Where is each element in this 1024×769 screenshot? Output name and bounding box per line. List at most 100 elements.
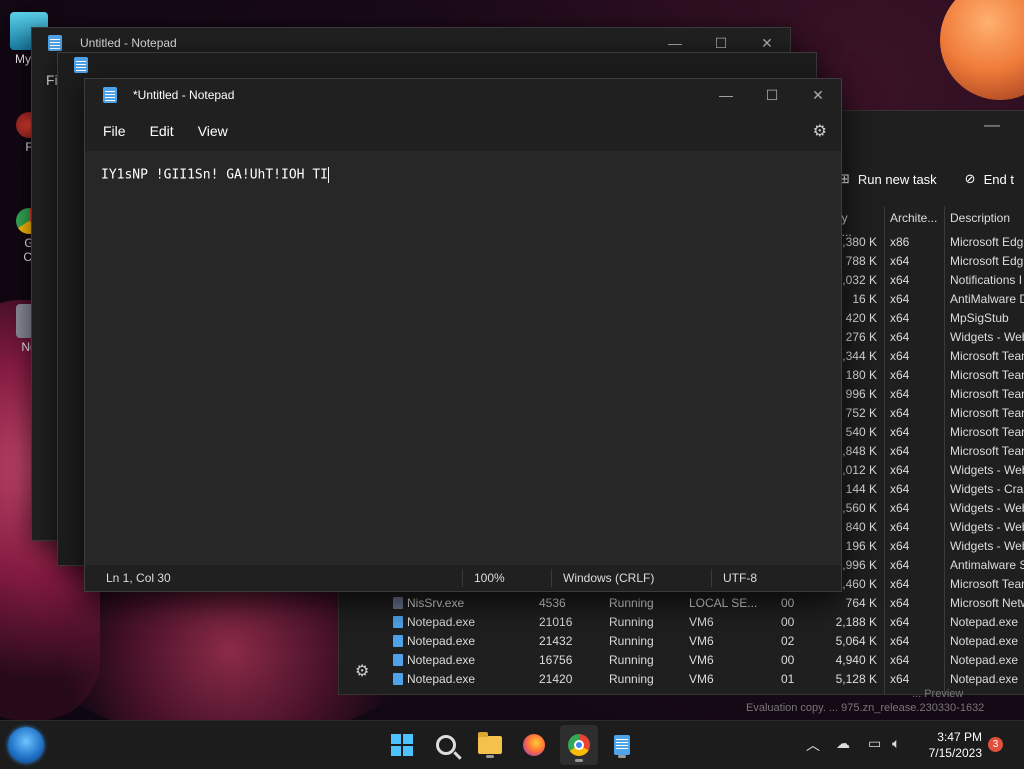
process-status: Running (609, 614, 654, 629)
title-bar[interactable]: *Untitled - Notepad — ☐ ✕ (85, 79, 841, 111)
run-new-task-button[interactable]: ⊞ Run new task (839, 171, 937, 187)
clock[interactable]: 3:47 PM 7/15/2023 (924, 729, 982, 761)
window-title: *Untitled - Notepad (133, 88, 235, 102)
text-editor[interactable]: IY1sNP !GII1Sn! GA!UhT!IOH TI (85, 151, 841, 565)
process-architecture: x64 (890, 329, 910, 344)
process-architecture: x64 (890, 291, 910, 306)
settings-gear-icon[interactable]: ⚙ (813, 121, 827, 141)
process-description: Microsoft Edg (950, 234, 1024, 249)
close-button[interactable]: ✕ (795, 87, 841, 104)
minimize-button[interactable]: — (984, 117, 1000, 135)
menu-bar: File Edit View ⚙ (85, 111, 841, 151)
process-description: Widgets - Web (950, 329, 1024, 344)
status-bar: Ln 1, Col 30 100% Windows (CRLF) UTF-8 (85, 565, 841, 591)
menu-edit[interactable]: Edit (138, 123, 186, 139)
close-button[interactable]: ✕ (744, 35, 790, 52)
process-cpu: 01 (781, 671, 795, 686)
text-caret (327, 167, 329, 183)
cursor-position: Ln 1, Col 30 (106, 571, 171, 585)
table-row[interactable]: Notepad.exe 16756 Running VM6 00 4,940 K x64 No… (339, 650, 1024, 669)
process-status: Running (609, 595, 654, 610)
process-architecture: x64 (890, 557, 910, 572)
process-architecture: x64 (890, 652, 910, 667)
process-pid: 21016 (539, 614, 573, 629)
menu-file[interactable]: File (91, 123, 138, 139)
process-description: Notifications I (950, 272, 1023, 287)
process-description: Widgets - Web (950, 519, 1024, 534)
process-architecture: x64 (890, 424, 910, 439)
process-architecture: x64 (890, 386, 910, 401)
column-header-description[interactable]: Description (950, 211, 1010, 225)
process-description: Microsoft Tean (950, 576, 1024, 591)
search-icon[interactable] (430, 729, 462, 761)
settings-gear-icon[interactable]: ⚙ (355, 661, 369, 681)
process-architecture: x64 (890, 348, 910, 363)
process-architecture: x64 (890, 462, 910, 477)
process-architecture: x64 (890, 405, 910, 420)
process-pid: 21432 (539, 633, 573, 648)
process-memory: 5,128 K (835, 671, 877, 686)
process-status: Running (609, 652, 654, 667)
process-description: Microsoft Netw (950, 595, 1024, 610)
process-icon (393, 653, 403, 666)
process-architecture: x64 (890, 481, 910, 496)
notepad-icon[interactable] (606, 729, 638, 761)
cloud-icon[interactable]: ☁ (836, 735, 850, 752)
table-row[interactable]: NisSrv.exe 4536 Running LOCAL SE... 00 764 K x… (339, 593, 1024, 612)
start-orb-icon[interactable] (8, 727, 44, 763)
notepad-icon (74, 57, 88, 73)
process-architecture: x64 (890, 253, 910, 268)
process-description: MpSigStub (950, 310, 1009, 325)
file-explorer-icon[interactable] (474, 729, 506, 761)
end-task-button[interactable]: ⊘ End t (965, 171, 1014, 187)
notification-badge[interactable]: 3 (988, 737, 1003, 752)
notepad-icon (103, 87, 117, 103)
windows-start-icon[interactable] (386, 729, 418, 761)
watermark-preview: ... Preview (912, 688, 964, 700)
chevron-up-icon[interactable]: ︿ (806, 735, 820, 755)
process-architecture: x64 (890, 671, 910, 686)
minimize-button[interactable]: — (652, 35, 698, 52)
volume-icon[interactable]: 🔈︎ (892, 735, 900, 752)
maximize-button[interactable]: ☐ (698, 35, 744, 52)
watermark-evaluation: Evaluation copy. ... 975.zn_release.2303… (746, 702, 985, 714)
process-name: Notepad.exe (393, 672, 533, 686)
process-cpu: 02 (781, 633, 795, 648)
wallpaper-orb (940, 0, 1024, 100)
line-ending: Windows (CRLF) (563, 571, 655, 585)
maximize-button[interactable]: ☐ (749, 87, 795, 104)
taskbar: ︿ ☁ ▭ 🔈︎ 3:47 PM 7/15/2023 3 (0, 720, 1024, 769)
zoom-level: 100% (474, 571, 505, 585)
process-description: AntiMalware D (950, 291, 1024, 306)
process-architecture: x64 (890, 538, 910, 553)
end-task-icon: ⊘ (964, 171, 976, 186)
process-name: Notepad.exe (393, 653, 533, 667)
process-icon (393, 615, 403, 628)
process-architecture: x64 (890, 500, 910, 515)
process-memory: 2,188 K (835, 614, 877, 629)
network-icon[interactable]: ▭ (868, 735, 881, 752)
process-memory: 764 K (845, 595, 877, 610)
status-divider (711, 569, 712, 587)
process-description: Microsoft Tean (950, 367, 1024, 382)
process-description: Notepad.exe (950, 614, 1019, 629)
process-memory: 4,940 K (835, 652, 877, 667)
table-row[interactable]: Notepad.exe 21016 Running VM6 00 2,188 K x64 No… (339, 612, 1024, 631)
menu-view[interactable]: View (186, 123, 240, 139)
column-header-architecture[interactable]: Archite... (890, 211, 937, 225)
process-icon (393, 634, 403, 647)
table-row[interactable]: Notepad.exe 21432 Running VM6 02 5,064 K x64 No… (339, 631, 1024, 650)
table-row[interactable]: Notepad.exe 21420 Running VM6 01 5,128 K x64 No… (339, 669, 1024, 688)
chrome-icon[interactable] (560, 725, 598, 765)
process-icon (393, 596, 403, 609)
task-manager-toolbar: ⊞ Run new task ⊘ End t (839, 171, 1014, 187)
minimize-button[interactable]: — (703, 87, 749, 104)
firefox-icon[interactable] (518, 729, 550, 761)
notepad-window[interactable]: *Untitled - Notepad — ☐ ✕ File Edit View… (84, 78, 842, 592)
process-cpu: 00 (781, 595, 795, 610)
process-architecture: x64 (890, 633, 910, 648)
process-architecture: x86 (890, 234, 910, 249)
process-description: Microsoft Tean (950, 424, 1024, 439)
process-architecture: x64 (890, 310, 910, 325)
process-description: Notepad.exe (950, 671, 1019, 686)
